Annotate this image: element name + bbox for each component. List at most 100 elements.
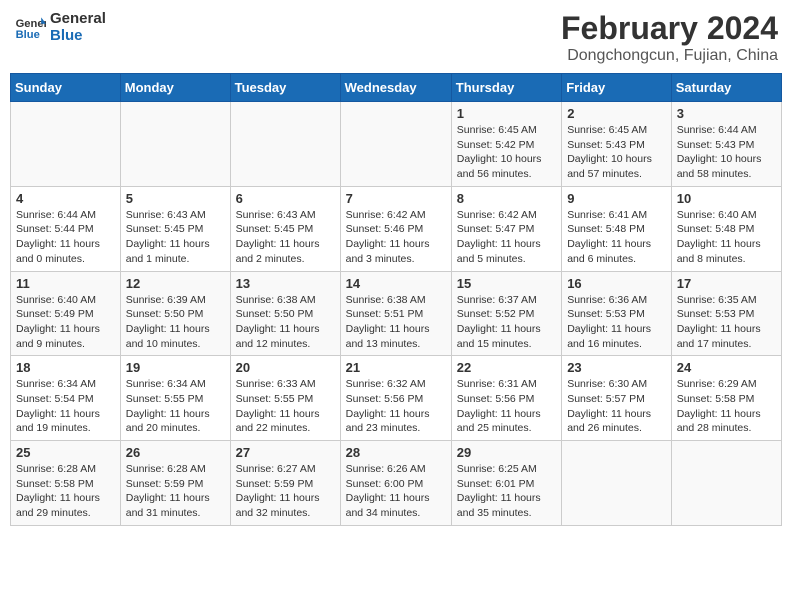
- day-info: Sunrise: 6:42 AM Sunset: 5:47 PM Dayligh…: [457, 208, 556, 267]
- calendar-cell: 13Sunrise: 6:38 AM Sunset: 5:50 PM Dayli…: [230, 271, 340, 356]
- day-info: Sunrise: 6:44 AM Sunset: 5:44 PM Dayligh…: [16, 208, 115, 267]
- calendar-cell: [230, 102, 340, 187]
- day-info: Sunrise: 6:42 AM Sunset: 5:46 PM Dayligh…: [346, 208, 446, 267]
- day-number: 26: [126, 445, 225, 460]
- day-number: 27: [236, 445, 335, 460]
- calendar-cell: 8 Sunrise: 6:42 AM Sunset: 5:47 PM Daylig…: [451, 186, 561, 271]
- day-info: Sunrise: 6:40 AM Sunset: 5:48 PM Dayligh…: [677, 208, 776, 267]
- calendar-cell: 12 Sunrise: 6:39 AM Sunset: 5:50 PM Dayli…: [120, 271, 230, 356]
- calendar-cell: [120, 102, 230, 187]
- day-number: 16: [567, 276, 666, 291]
- day-number: 29: [457, 445, 556, 460]
- calendar-cell: 4 Sunrise: 6:44 AM Sunset: 5:44 PM Daylig…: [11, 186, 121, 271]
- col-header-sunday: Sunday: [11, 74, 121, 102]
- calendar-cell: 20 Sunrise: 6:33 AM Sunset: 5:55 PM Dayli…: [230, 356, 340, 441]
- calendar-cell: 11Sunrise: 6:40 AM Sunset: 5:49 PM Dayli…: [11, 271, 121, 356]
- logo-blue: Blue: [50, 27, 106, 44]
- day-number: 24: [677, 360, 776, 375]
- calendar-cell: [11, 102, 121, 187]
- calendar-table: SundayMondayTuesdayWednesdayThursdayFrid…: [10, 73, 782, 526]
- calendar-cell: 16 Sunrise: 6:36 AM Sunset: 5:53 PM Dayli…: [562, 271, 672, 356]
- day-number: 28: [346, 445, 446, 460]
- calendar-title: February 2024: [561, 10, 778, 47]
- day-info: Sunrise: 6:37 AM Sunset: 5:52 PM Dayligh…: [457, 293, 556, 352]
- day-info: Sunrise: 6:29 AM Sunset: 5:58 PM Dayligh…: [677, 377, 776, 436]
- calendar-cell: [340, 102, 451, 187]
- day-number: 9: [567, 191, 666, 206]
- day-info: Sunrise: 6:30 AM Sunset: 5:57 PM Dayligh…: [567, 377, 666, 436]
- day-info: Sunrise: 6:45 AM Sunset: 5:43 PM Dayligh…: [567, 123, 666, 182]
- calendar-cell: 24 Sunrise: 6:29 AM Sunset: 5:58 PM Dayli…: [671, 356, 781, 441]
- col-header-saturday: Saturday: [671, 74, 781, 102]
- calendar-cell: 10 Sunrise: 6:40 AM Sunset: 5:48 PM Dayli…: [671, 186, 781, 271]
- logo-icon: General Blue: [14, 11, 46, 43]
- calendar-cell: 26 Sunrise: 6:28 AM Sunset: 5:59 PM Dayli…: [120, 441, 230, 526]
- day-number: 21: [346, 360, 446, 375]
- day-number: 6: [236, 191, 335, 206]
- day-info: Sunrise: 6:45 AM Sunset: 5:42 PM Dayligh…: [457, 123, 556, 182]
- calendar-cell: [562, 441, 672, 526]
- day-info: Sunrise: 6:33 AM Sunset: 5:55 PM Dayligh…: [236, 377, 335, 436]
- day-info: Sunrise: 6:41 AM Sunset: 5:48 PM Dayligh…: [567, 208, 666, 267]
- day-number: 3: [677, 106, 776, 121]
- calendar-cell: 15 Sunrise: 6:37 AM Sunset: 5:52 PM Dayli…: [451, 271, 561, 356]
- col-header-friday: Friday: [562, 74, 672, 102]
- calendar-cell: 9 Sunrise: 6:41 AM Sunset: 5:48 PM Daylig…: [562, 186, 672, 271]
- day-number: 1: [457, 106, 556, 121]
- calendar-cell: 28 Sunrise: 6:26 AM Sunset: 6:00 PM Dayli…: [340, 441, 451, 526]
- day-number: 10: [677, 191, 776, 206]
- day-info: Sunrise: 6:40 AM Sunset: 5:49 PM Dayligh…: [16, 293, 115, 352]
- calendar-cell: 1 Sunrise: 6:45 AM Sunset: 5:42 PM Daylig…: [451, 102, 561, 187]
- day-info: Sunrise: 6:35 AM Sunset: 5:53 PM Dayligh…: [677, 293, 776, 352]
- header: General Blue General Blue February 2024 …: [10, 10, 782, 65]
- calendar-subtitle: Dongchongcun, Fujian, China: [561, 47, 778, 65]
- day-info: Sunrise: 6:36 AM Sunset: 5:53 PM Dayligh…: [567, 293, 666, 352]
- day-info: Sunrise: 6:43 AM Sunset: 5:45 PM Dayligh…: [236, 208, 335, 267]
- day-number: 25: [16, 445, 115, 460]
- day-number: 12: [126, 276, 225, 291]
- title-area: February 2024 Dongchongcun, Fujian, Chin…: [561, 10, 778, 65]
- day-number: 23: [567, 360, 666, 375]
- day-info: Sunrise: 6:34 AM Sunset: 5:54 PM Dayligh…: [16, 377, 115, 436]
- calendar-cell: 25 Sunrise: 6:28 AM Sunset: 5:58 PM Dayli…: [11, 441, 121, 526]
- calendar-cell: 27 Sunrise: 6:27 AM Sunset: 5:59 PM Dayli…: [230, 441, 340, 526]
- day-info: Sunrise: 6:39 AM Sunset: 5:50 PM Dayligh…: [126, 293, 225, 352]
- day-info: Sunrise: 6:38 AM Sunset: 5:51 PM Dayligh…: [346, 293, 446, 352]
- day-number: 18: [16, 360, 115, 375]
- day-number: 2: [567, 106, 666, 121]
- day-number: 7: [346, 191, 446, 206]
- calendar-cell: 19Sunrise: 6:34 AM Sunset: 5:55 PM Dayli…: [120, 356, 230, 441]
- day-info: Sunrise: 6:31 AM Sunset: 5:56 PM Dayligh…: [457, 377, 556, 436]
- day-number: 13: [236, 276, 335, 291]
- day-info: Sunrise: 6:27 AM Sunset: 5:59 PM Dayligh…: [236, 462, 335, 521]
- day-number: 20: [236, 360, 335, 375]
- col-header-thursday: Thursday: [451, 74, 561, 102]
- col-header-monday: Monday: [120, 74, 230, 102]
- day-info: Sunrise: 6:28 AM Sunset: 5:59 PM Dayligh…: [126, 462, 225, 521]
- calendar-cell: 7 Sunrise: 6:42 AM Sunset: 5:46 PM Daylig…: [340, 186, 451, 271]
- day-number: 15: [457, 276, 556, 291]
- col-header-tuesday: Tuesday: [230, 74, 340, 102]
- logo-general: General: [50, 10, 106, 27]
- calendar-cell: 5 Sunrise: 6:43 AM Sunset: 5:45 PM Daylig…: [120, 186, 230, 271]
- day-info: Sunrise: 6:34 AM Sunset: 5:55 PM Dayligh…: [126, 377, 225, 436]
- svg-text:Blue: Blue: [16, 29, 40, 41]
- day-number: 17: [677, 276, 776, 291]
- day-info: Sunrise: 6:43 AM Sunset: 5:45 PM Dayligh…: [126, 208, 225, 267]
- calendar-cell: 17 Sunrise: 6:35 AM Sunset: 5:53 PM Dayli…: [671, 271, 781, 356]
- day-number: 8: [457, 191, 556, 206]
- logo: General Blue General Blue: [14, 10, 106, 44]
- calendar-cell: [671, 441, 781, 526]
- calendar-cell: 29 Sunrise: 6:25 AM Sunset: 6:01 PM Dayli…: [451, 441, 561, 526]
- day-info: Sunrise: 6:32 AM Sunset: 5:56 PM Dayligh…: [346, 377, 446, 436]
- calendar-cell: 3 Sunrise: 6:44 AM Sunset: 5:43 PM Daylig…: [671, 102, 781, 187]
- day-info: Sunrise: 6:26 AM Sunset: 6:00 PM Dayligh…: [346, 462, 446, 521]
- day-info: Sunrise: 6:28 AM Sunset: 5:58 PM Dayligh…: [16, 462, 115, 521]
- calendar-cell: 22 Sunrise: 6:31 AM Sunset: 5:56 PM Dayli…: [451, 356, 561, 441]
- day-info: Sunrise: 6:44 AM Sunset: 5:43 PM Dayligh…: [677, 123, 776, 182]
- day-number: 5: [126, 191, 225, 206]
- day-number: 14: [346, 276, 446, 291]
- day-number: 22: [457, 360, 556, 375]
- day-number: 4: [16, 191, 115, 206]
- day-info: Sunrise: 6:25 AM Sunset: 6:01 PM Dayligh…: [457, 462, 556, 521]
